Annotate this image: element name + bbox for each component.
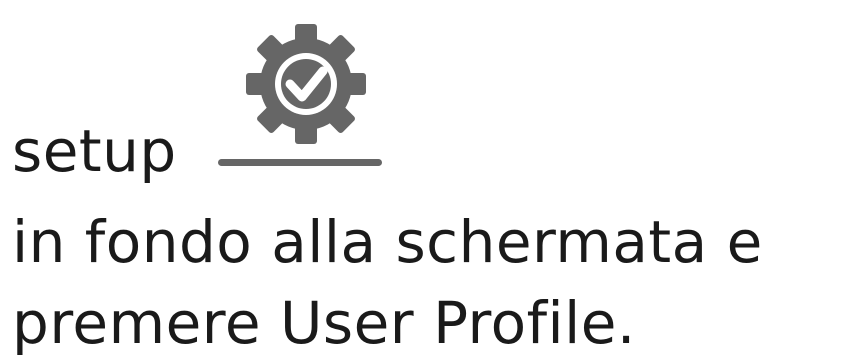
instruction-line-1: setup [12,122,177,180]
setup-word: setup [12,117,177,185]
instruction-line-3: premere User Profile. [12,289,636,357]
instruction-line-2: in fondo alla schermata e [12,208,763,276]
instruction-page: setup in fondo alla schermata e premere … [0,0,854,359]
setup-gear-check-icon [218,24,382,166]
base-line [218,159,382,166]
gear-icon [246,24,366,144]
